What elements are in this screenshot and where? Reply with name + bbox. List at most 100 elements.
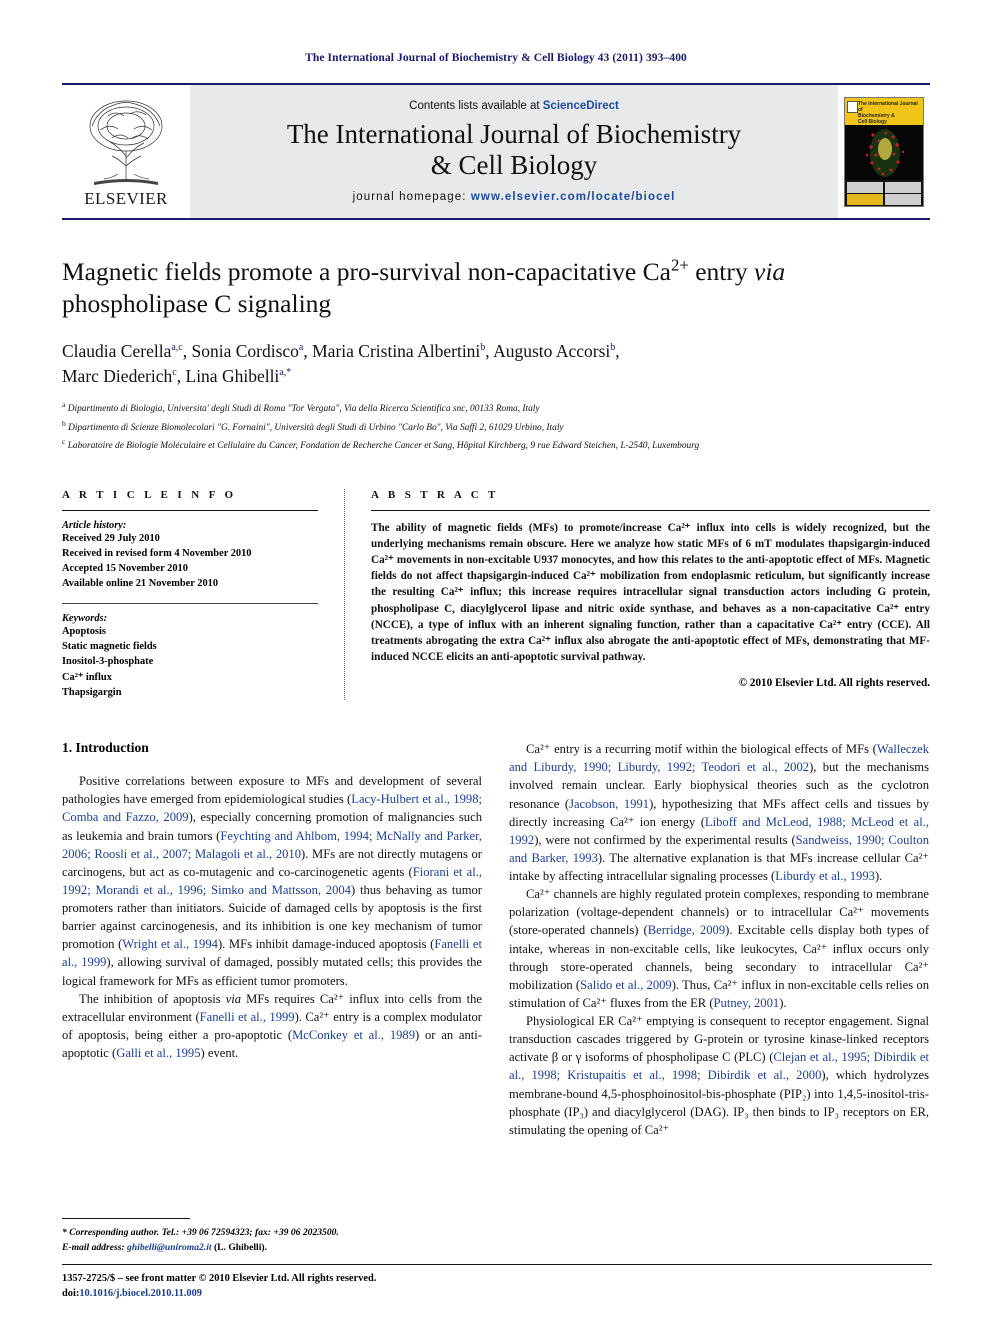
citation-reference[interactable]: Clejan et al., 1995; Dibirdik et al., 19…	[509, 1050, 929, 1082]
journal-masthead: ELSEVIER Contents lists available at Sci…	[62, 83, 930, 220]
homepage-label: journal homepage:	[352, 191, 467, 204]
citation-reference[interactable]: Fiorani et al., 1992; Morandi et al., 19…	[62, 865, 482, 897]
journal-homepage-line: journal homepage: www.elsevier.com/locat…	[353, 191, 676, 203]
affiliation-item: c Laboratoire de Biologie Moléculaire et…	[62, 436, 930, 454]
cover-logo-square	[847, 100, 858, 113]
abstract-text: The ability of magnetic fields (MFs) to …	[371, 521, 930, 664]
email-note: E-mail address: ghibelli@uniroma2.it (L.…	[62, 1241, 482, 1255]
keyword-item: Static magnetic fields	[62, 641, 157, 652]
history-accepted: Accepted 15 November 2010	[62, 563, 188, 575]
affiliation-item: a Dipartimento di Biologia, Universita' …	[62, 399, 930, 417]
citation-reference[interactable]: Sandweiss, 1990; Coulton and Barker, 199…	[509, 833, 929, 865]
abstract-column: A B S T R A C T The ability of magnetic …	[344, 488, 930, 701]
cell-micrograph-icon	[845, 124, 923, 180]
divider	[371, 509, 930, 511]
section-heading-introduction: 1. Introduction	[62, 740, 149, 756]
author-name: Augusto Accorsi	[493, 340, 611, 361]
citation-reference[interactable]: Putney, 2001	[714, 996, 780, 1010]
doi-link[interactable]: 10.1016/j.biocel.2010.11.009	[79, 1288, 202, 1299]
affiliation-marker: b	[62, 418, 66, 428]
author-affil-marker: b	[480, 341, 486, 353]
citation-reference[interactable]: Lacy-Hulbert et al., 1998; Comba and Faz…	[62, 792, 482, 824]
email-label: E-mail address:	[62, 1241, 125, 1253]
issn-line: 1357-2725/$ – see front matter © 2010 El…	[62, 1272, 377, 1284]
author-list: Claudia Cerellaa,c, Sonia Cordiscoa, Mar…	[62, 340, 620, 386]
cover-micrograph	[845, 124, 923, 180]
doi-label: doi:	[62, 1287, 80, 1299]
footer-divider	[62, 1263, 932, 1265]
cover-title-line-1: The International Journal of	[858, 100, 918, 113]
running-head: The International Journal of Biochemistr…	[305, 52, 687, 64]
citation-reference[interactable]: Feychting and Ahlbom, 1994; McNally and …	[62, 829, 482, 861]
elsevier-logo: ELSEVIER	[62, 85, 190, 218]
title-block: Magnetic fields promote a pro-survival n…	[62, 256, 930, 455]
footer-block: 1357-2725/$ – see front matter © 2010 El…	[62, 1263, 932, 1301]
cover-title-text: The International Journal of Biochemistr…	[858, 101, 923, 126]
citation-reference[interactable]: Liburdy et al., 1993	[775, 869, 875, 883]
paragraph: Ca²⁺ entry is a recurring motif within t…	[509, 742, 930, 884]
copyright-line: © 2010 Elsevier Ltd. All rights reserved…	[738, 676, 930, 689]
divider	[62, 509, 318, 511]
author-affil-marker: a	[298, 341, 304, 353]
elsevier-tree-icon	[89, 100, 163, 185]
email-link[interactable]: ghibelli@uniroma2.it	[127, 1242, 211, 1253]
divider	[62, 602, 318, 604]
author-name: Maria Cristina Albertini	[312, 340, 481, 361]
paragraph: Positive correlations between exposure t…	[62, 774, 482, 988]
affiliation-list: a Dipartimento di Biologia, Universita' …	[62, 399, 930, 454]
citation-reference[interactable]: Galli et al., 1995	[116, 1046, 200, 1060]
body-column-right: Ca²⁺ entry is a recurring motif within t…	[509, 740, 929, 1139]
elsevier-wordmark: ELSEVIER	[84, 189, 168, 208]
author-name: Lina Ghibelli	[185, 365, 280, 386]
homepage-url-link[interactable]: www.elsevier.com/locate/biocel	[471, 191, 676, 203]
abstract-heading: A B S T R A C T	[371, 488, 499, 501]
citation-reference[interactable]: McConkey et al., 1989	[292, 1028, 415, 1042]
citation-reference[interactable]: Walleczek and Liburdy, 1990; Liburdy, 19…	[509, 742, 929, 774]
author-affil-marker: b	[610, 341, 616, 353]
history-online: Available online 21 November 2010	[62, 578, 219, 590]
cover-image: The International Journal of Biochemistr…	[844, 96, 924, 207]
affiliation-marker: c	[62, 437, 66, 447]
keyword-item: Inositol-3-phosphate	[62, 656, 154, 668]
keyword-item: Apoptosis	[62, 625, 106, 637]
article-page: The International Journal of Biochemistr…	[0, 0, 992, 1323]
paragraph: Physiological ER Ca²⁺ emptying is conseq…	[509, 1014, 930, 1137]
title-italic-via: via	[754, 257, 786, 286]
citation-reference[interactable]: Fanelli et al., 1999	[200, 1010, 295, 1024]
paragraph: The inhibition of apoptosis via MFs requ…	[62, 991, 482, 1061]
keyword-item: Ca²⁺ influx	[62, 671, 112, 683]
footnote-divider	[62, 1218, 190, 1220]
author-affil-marker: a,c	[171, 341, 183, 353]
article-info-heading: A R T I C L E I N F O	[62, 488, 237, 501]
doi-line: doi:10.1016/j.biocel.2010.11.009	[62, 1286, 562, 1301]
citation-reference[interactable]: Wright et al., 1994	[122, 937, 218, 951]
body-columns: 1. Introduction Positive correlations be…	[62, 740, 930, 1139]
sciencedirect-link[interactable]: ScienceDirect	[543, 100, 619, 112]
author-name: Sonia Cordisco	[191, 340, 299, 361]
affiliation-marker: a	[62, 400, 66, 410]
citation-reference[interactable]: Salido et al., 2009	[580, 978, 672, 992]
journal-title: The International Journal of Biochemistr…	[287, 119, 741, 182]
citation-reference[interactable]: Jacobson, 1991	[569, 797, 649, 811]
paragraph: Ca²⁺ channels are highly regulated prote…	[509, 887, 930, 1010]
citation-reference[interactable]: Berridge, 2009	[648, 923, 725, 937]
affiliation-text: Dipartimento di Biologia, Universita' de…	[67, 404, 540, 415]
title-part-2: entry	[688, 257, 755, 286]
contents-prefix: Contents lists available at	[409, 99, 543, 112]
affiliation-item: b Dipartimento di Scienze Biomolecolari …	[62, 418, 930, 436]
email-owner: (L. Ghibelli).	[213, 1241, 267, 1253]
article-history-label: Article history:	[62, 519, 127, 531]
keyword-item: Thapsigargin	[62, 686, 122, 698]
title-part-3: phospholipase C signaling	[62, 288, 332, 318]
history-revised: Received in revised form 4 November 2010	[62, 547, 252, 559]
cover-footer-band	[845, 179, 923, 206]
author-name: Claudia Cerella	[62, 340, 172, 361]
title-part-1: Magnetic fields promote a pro-survival n…	[62, 257, 671, 286]
affiliation-text: Dipartimento di Scienze Biomolecolari "G…	[68, 422, 564, 433]
corresponding-author-note: * Corresponding author. Tel.: +39 06 725…	[62, 1227, 339, 1239]
title-superscript: 2+	[670, 255, 689, 275]
info-abstract-section: A R T I C L E I N F O Article history: R…	[62, 488, 930, 701]
journal-cover-thumbnail: The International Journal of Biochemistr…	[838, 85, 930, 218]
footnote-block: * Corresponding author. Tel.: +39 06 725…	[62, 1218, 482, 1255]
author-affil-marker: c	[172, 366, 177, 378]
